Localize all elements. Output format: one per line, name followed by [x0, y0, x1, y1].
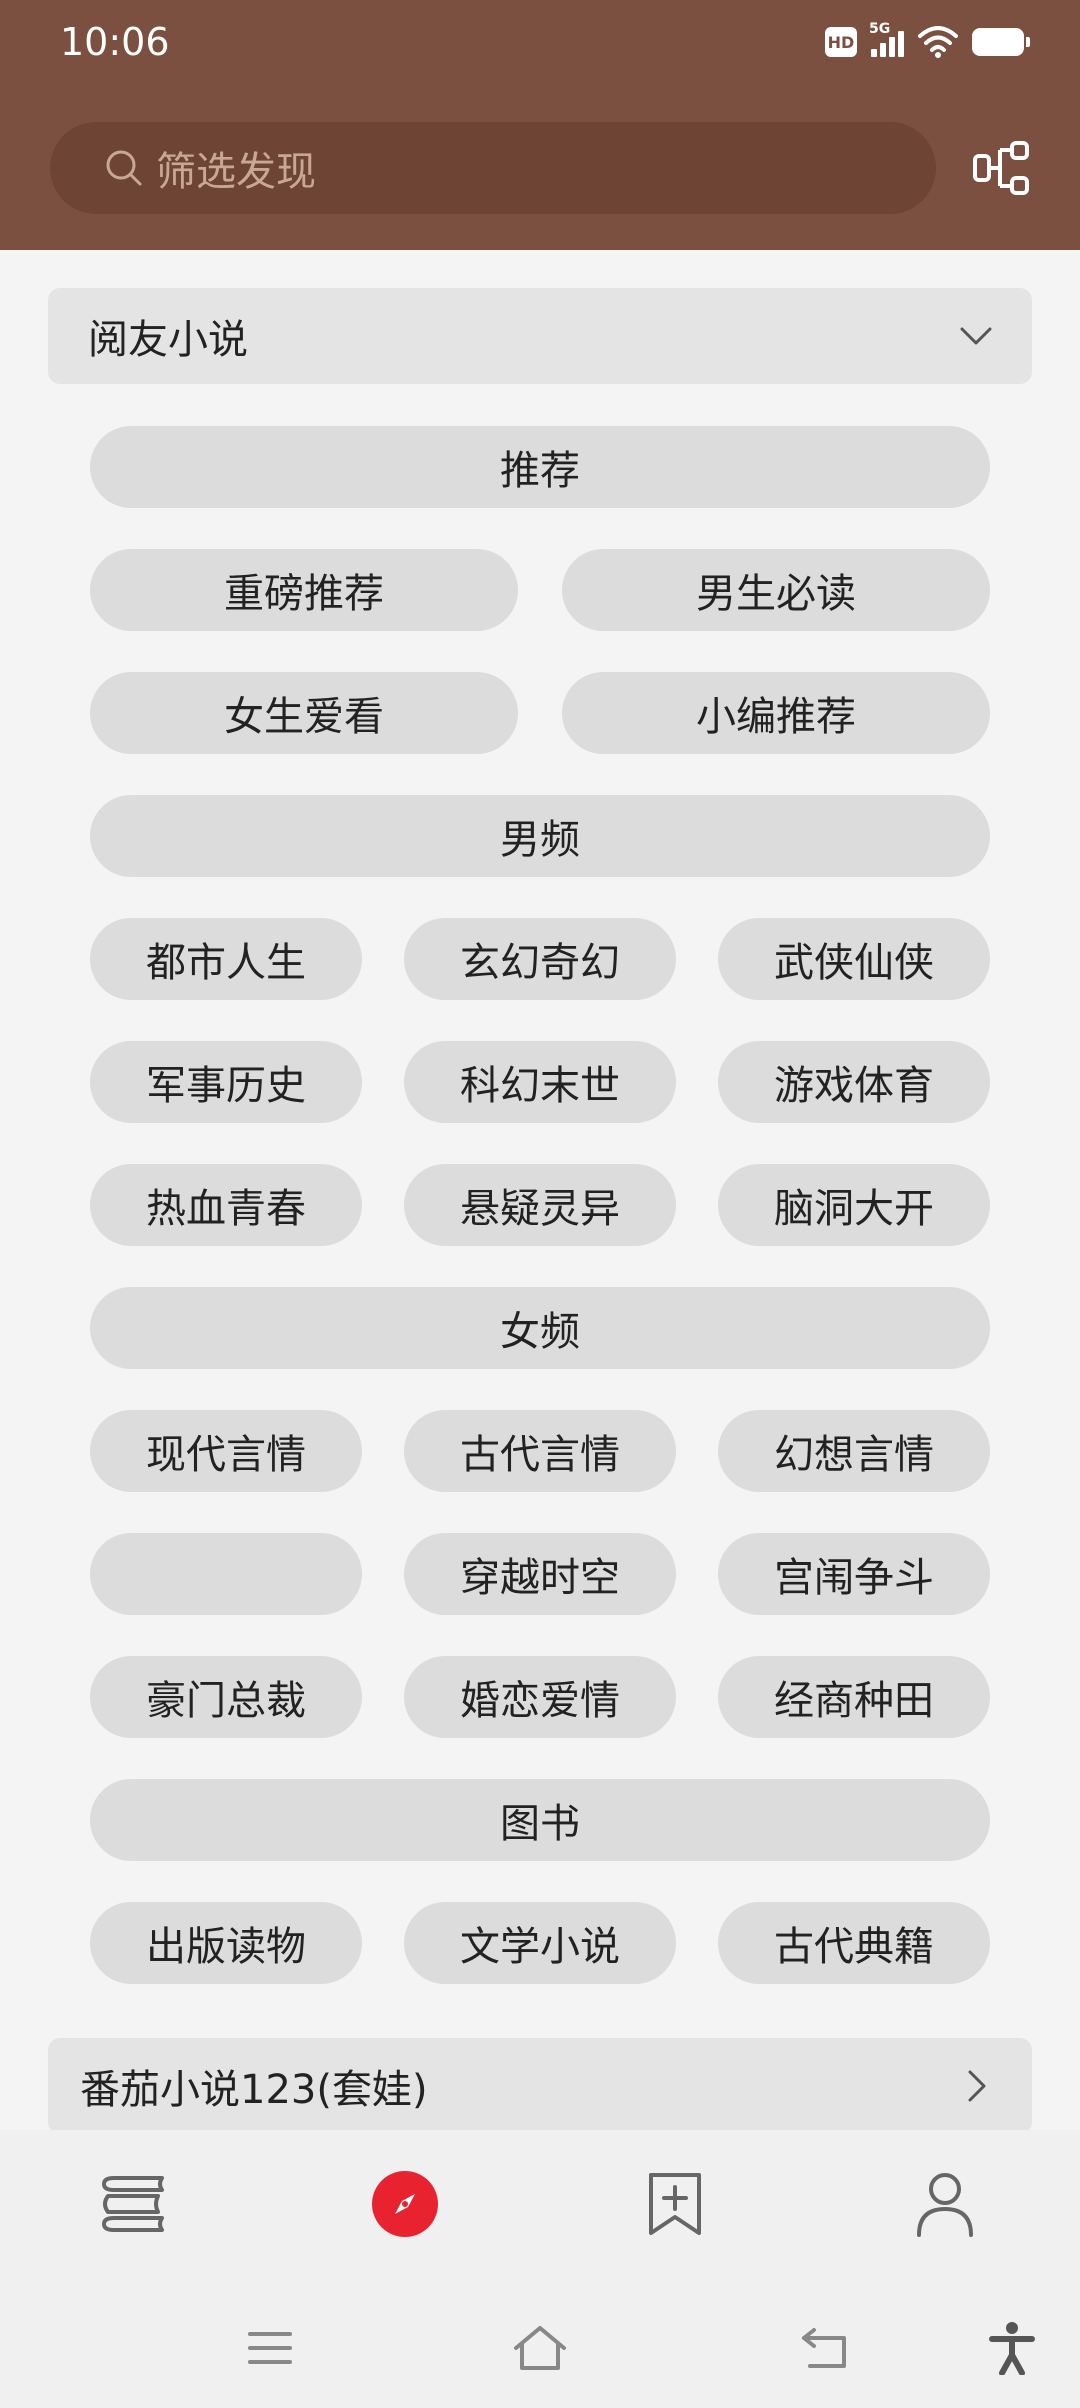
menu-icon: [248, 2332, 292, 2364]
search-icon: [106, 150, 142, 186]
nav-bookshelf[interactable]: [0, 2130, 270, 2278]
hd-icon: HD: [825, 27, 857, 57]
chip-recommend-1[interactable]: 重磅推荐: [90, 549, 518, 631]
chip-female-6[interactable]: 宫闱争斗: [718, 1533, 990, 1615]
section-chip-books[interactable]: 图书: [90, 1779, 990, 1861]
chip-male-2[interactable]: 玄幻奇幻: [404, 918, 676, 1000]
chevron-down-icon: [960, 327, 992, 345]
chip-male-4[interactable]: 军事历史: [90, 1041, 362, 1123]
accessibility-icon: [989, 2322, 1035, 2375]
section-chip-male[interactable]: 男频: [90, 795, 990, 877]
chip-female-1[interactable]: 现代言情: [90, 1410, 362, 1492]
chip-female-8[interactable]: 婚恋爱情: [404, 1656, 676, 1738]
chip-books-1[interactable]: 出版读物: [90, 1902, 362, 1984]
group-title: 阅友小说: [88, 317, 248, 363]
system-nav-bar: [0, 2278, 1080, 2408]
back-icon: [802, 2328, 846, 2368]
rss-bookmark-icon: [649, 2173, 701, 2235]
compass-icon: [372, 2171, 438, 2237]
chip-female-4[interactable]: [90, 1533, 362, 1615]
chip-male-5[interactable]: 科幻末世: [404, 1041, 676, 1123]
chevron-right-icon: [968, 2070, 986, 2102]
chip-female-3[interactable]: 幻想言情: [718, 1410, 990, 1492]
chip-books-2[interactable]: 文学小说: [404, 1902, 676, 1984]
nav-rss[interactable]: [540, 2130, 810, 2278]
home-icon: [514, 2326, 566, 2370]
signal-icon: 5G: [869, 21, 904, 57]
group-manage-button[interactable]: [970, 138, 1034, 198]
section-chip-female[interactable]: 女频: [90, 1287, 990, 1369]
section-chip-recommend[interactable]: 推荐: [90, 426, 990, 508]
profile-icon: [917, 2173, 973, 2237]
chip-male-1[interactable]: 都市人生: [90, 918, 362, 1000]
chip-recommend-4[interactable]: 小编推荐: [562, 672, 990, 754]
group-header-yueyou[interactable]: 阅友小说: [48, 288, 1032, 384]
search-placeholder: 筛选发现: [156, 149, 316, 195]
chip-male-9[interactable]: 脑洞大开: [718, 1164, 990, 1246]
app-header: 10:06 HD 5G 筛选发现: [0, 0, 1080, 250]
wifi-icon: [918, 26, 958, 58]
home-button[interactable]: [512, 2320, 568, 2376]
tree-icon: [973, 141, 1029, 195]
chip-female-5[interactable]: 穿越时空: [404, 1533, 676, 1615]
status-time: 10:06: [60, 20, 170, 64]
status-icons: HD 5G: [825, 21, 1030, 62]
chip-female-2[interactable]: 古代言情: [404, 1410, 676, 1492]
menu-button[interactable]: [242, 2320, 298, 2376]
nav-discover[interactable]: [270, 2130, 540, 2278]
chip-books-3[interactable]: 古代典籍: [718, 1902, 990, 1984]
chip-female-7[interactable]: 豪门总裁: [90, 1656, 362, 1738]
chip-male-7[interactable]: 热血青春: [90, 1164, 362, 1246]
group-header-fanqie[interactable]: 番茄小说123(套娃): [48, 2038, 1032, 2134]
chip-male-8[interactable]: 悬疑灵异: [404, 1164, 676, 1246]
group-title: 番茄小说123(套娃): [80, 2067, 428, 2113]
chip-male-6[interactable]: 游戏体育: [718, 1041, 990, 1123]
accessibility-button[interactable]: [984, 2320, 1040, 2376]
nav-profile[interactable]: [810, 2130, 1080, 2278]
bookshelf-icon: [102, 2176, 164, 2232]
network-label: 5G: [869, 21, 891, 37]
battery-icon: [972, 28, 1030, 56]
chip-recommend-2[interactable]: 男生必读: [562, 549, 990, 631]
chip-male-3[interactable]: 武侠仙侠: [718, 918, 990, 1000]
bottom-nav: [0, 2130, 1080, 2278]
back-button[interactable]: [798, 2320, 854, 2376]
chip-recommend-3[interactable]: 女生爱看: [90, 672, 518, 754]
search-input[interactable]: 筛选发现: [50, 122, 936, 214]
chip-female-9[interactable]: 经商种田: [718, 1656, 990, 1738]
